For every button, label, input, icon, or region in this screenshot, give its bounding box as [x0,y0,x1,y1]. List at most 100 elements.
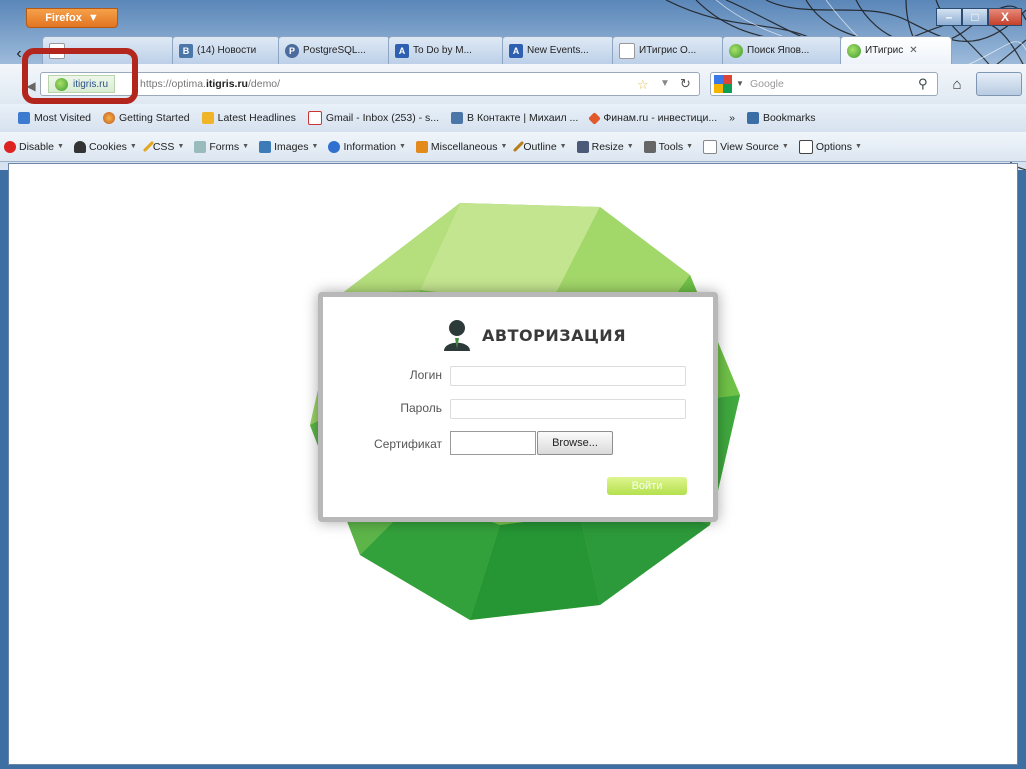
reload-icon[interactable]: ↻ [680,76,691,92]
bookmarks-toolbar: Most Visited Getting Started Latest Head… [0,104,1026,132]
home-button[interactable]: ⌂ [942,72,972,96]
tab-search[interactable]: Поиск Япов... [722,36,842,64]
miscellaneous-icon [415,140,428,153]
chevron-down-icon[interactable]: ▼ [736,79,744,88]
tab-scroll-left-button[interactable]: ‹ [6,42,32,66]
chevron-down-icon: ▼ [57,143,64,150]
bookmark-gmail[interactable]: Gmail - Inbox (253) - s... [307,111,439,125]
devbar-label: Tools [658,140,684,153]
images-icon [259,140,272,153]
browse-button-label: Browse... [552,437,598,449]
devbar-view-source[interactable]: View Source ▼ [703,139,789,154]
devbar-resize[interactable]: Resize ▼ [576,140,634,153]
url-path: /demo/ [247,78,281,90]
bookmarks-icon [746,112,759,124]
bookmark-most-visited[interactable]: Most Visited [18,112,91,124]
tab-vk-news[interactable]: B (14) Новости [172,36,280,64]
devbar-cookies[interactable]: Cookies ▼ [73,140,137,153]
maximize-button[interactable]: □ [962,8,988,26]
vk-icon: B [179,43,193,58]
devbar-label: View Source [720,140,779,153]
close-window-button[interactable]: X [988,8,1022,26]
chevron-down-icon: ▼ [686,143,694,150]
minimize-button[interactable]: – [936,8,962,26]
site-identity-button[interactable]: itigris.ru [48,75,116,93]
firefox-icon [103,112,115,124]
bookmark-finam[interactable]: Финам.ru - инвестици... [588,111,717,125]
minimize-icon: – [945,10,953,24]
devbar-css[interactable]: CSS ▼ [142,140,184,153]
chevron-down-icon: ▼ [311,143,319,150]
tools-icon [643,140,656,153]
browse-button[interactable]: Browse... [537,431,613,455]
devbar-miscellaneous[interactable]: Miscellaneous ▼ [415,140,507,153]
password-input[interactable] [450,399,686,419]
firefox-menu-label: Firefox [45,12,82,24]
devbar-label: Resize [591,140,624,153]
view-source-icon [703,139,718,154]
search-icon[interactable]: ⚲ [918,76,928,92]
devbar-outline[interactable]: Outline ▼ [513,140,567,153]
close-icon: X [1000,10,1009,24]
bookmark-star-icon[interactable]: ☆ [637,77,649,93]
gmail-icon [307,111,322,125]
site-identity-label: itigris.ru [73,78,109,90]
chevron-down-icon: ▼ [559,143,567,150]
tab[interactable] [42,36,174,64]
bookmark-latest-headlines[interactable]: Latest Headlines [201,112,296,124]
user-avatar-icon [444,320,470,351]
arrow-left-icon: ◀ [26,79,36,93]
devbar-disable[interactable]: Disable ▼ [4,140,64,153]
chevron-down-icon: ▼ [129,143,137,150]
google-icon[interactable] [714,75,732,93]
devbar-label: Cookies [88,140,127,153]
cookies-icon [73,140,86,153]
browser-window: Firefox ▼ – □ X ‹ B (14) Новости P Postg… [0,0,1026,769]
devbar-tools[interactable]: Tools ▼ [643,140,694,153]
url-prefix: https://optima. [140,78,206,90]
submit-login-button[interactable]: Войти [607,477,687,495]
bookmark-getting-started[interactable]: Getting Started [103,112,190,124]
devbar-label: Disable [19,140,55,153]
tab-itigris-active[interactable]: ИТигрис ✕ [840,36,952,64]
url-bar[interactable] [40,72,700,96]
tab-postgresql[interactable]: P PostgreSQL... [278,36,390,64]
tab-label: ИТигрис [865,45,904,56]
bookmark-label: Most Visited [34,112,91,124]
devbar-information[interactable]: Information ▼ [328,140,406,153]
close-tab-icon[interactable]: ✕ [909,45,917,56]
submit-login-label: Войти [631,480,663,492]
devbar-label: Forms [209,140,240,153]
firefox-menu-button[interactable]: Firefox ▼ [26,8,118,28]
password-label: Пароль [400,401,442,415]
tab-itigris-o[interactable]: ИТигрис О... [612,36,724,64]
bookmarks-overflow-button[interactable]: » [729,112,735,124]
tab-label: (14) Новости [197,45,257,56]
search-bar[interactable] [710,72,938,96]
devbar-label: Images [274,140,309,153]
devbar-label: Options [815,140,852,153]
disable-icon [4,140,16,153]
a-icon: A [395,43,409,58]
bookmark-label: Getting Started [119,112,190,124]
firefox-icon [18,112,30,124]
tab-todo[interactable]: A To Do by M... [388,36,504,64]
bookmarks-menu-button[interactable]: Bookmarks [746,112,815,124]
login-label: Логин [409,368,442,382]
bookmark-label: В Контакте | Михаил ... [467,112,579,124]
certificate-file-input[interactable] [450,431,536,455]
tab-new-events[interactable]: A New Events... [502,36,614,64]
vk-icon [451,112,464,124]
toolbar-extension-button[interactable] [976,72,1022,96]
back-button[interactable]: ◀ [20,75,42,97]
devbar-options[interactable]: Options ▼ [798,139,862,154]
globe-icon [55,77,68,91]
devbar-label: CSS [152,140,175,153]
devbar-images[interactable]: Images ▼ [259,140,319,153]
bookmark-vkontakte[interactable]: В Контакте | Михаил ... [451,112,578,124]
url-text[interactable]: https://optima.itigris.ru/demo/ [140,78,280,90]
devbar-label: Outline [523,140,557,153]
login-input[interactable] [450,366,686,386]
devbar-forms[interactable]: Forms ▼ [194,140,249,153]
chevron-down-icon[interactable]: ▼ [660,78,670,89]
